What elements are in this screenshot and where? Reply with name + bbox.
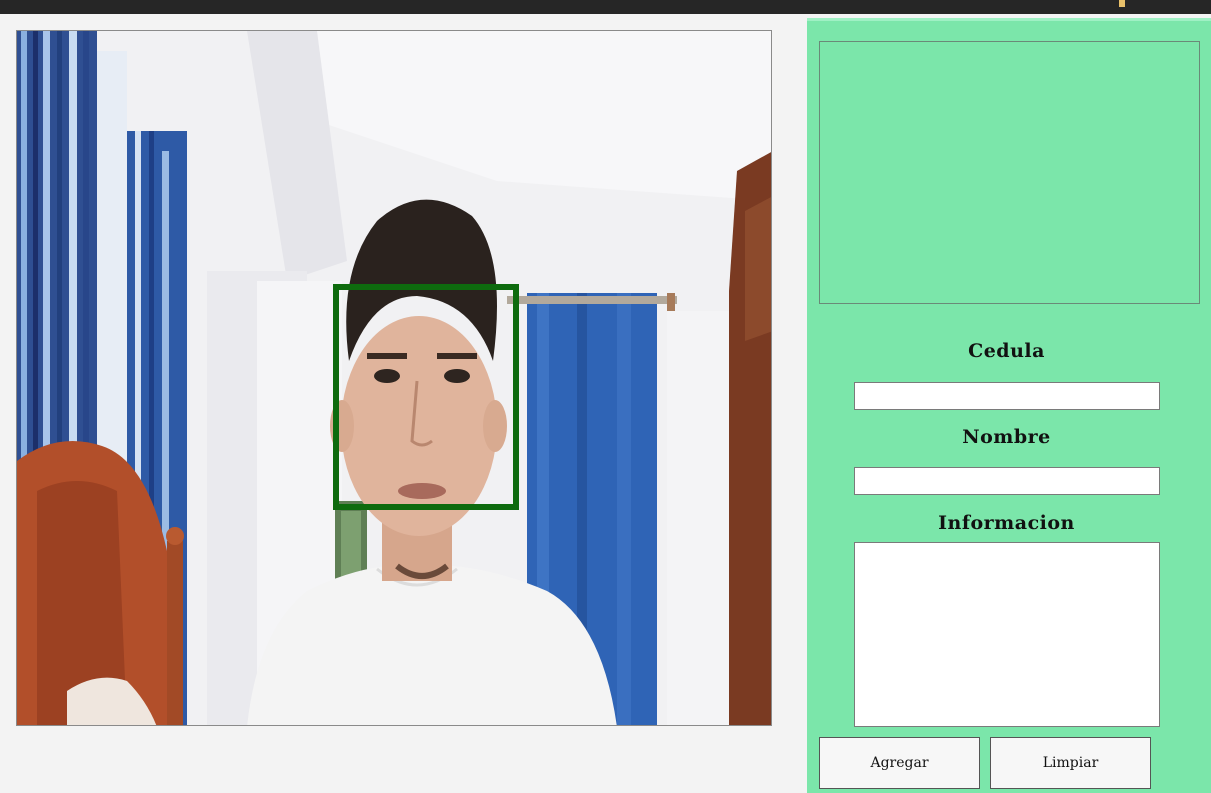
nombre-label: Nombre <box>962 426 1051 448</box>
informacion-label: Informacion <box>938 512 1075 534</box>
camera-frame-image <box>17 31 771 725</box>
window-icon <box>1119 0 1125 7</box>
informacion-textarea[interactable] <box>854 542 1160 727</box>
info-panel: Cedula Nombre Informacion Agregar Limpia… <box>807 18 1211 793</box>
cedula-label: Cedula <box>968 340 1045 362</box>
limpiar-button[interactable]: Limpiar <box>990 737 1151 789</box>
panel-topline <box>807 18 1211 21</box>
face-preview <box>819 41 1200 304</box>
nombre-input[interactable] <box>854 467 1160 495</box>
window-titlebar <box>0 0 1211 14</box>
cedula-input[interactable] <box>854 382 1160 410</box>
agregar-button[interactable]: Agregar <box>819 737 980 789</box>
camera-feed <box>16 30 772 726</box>
